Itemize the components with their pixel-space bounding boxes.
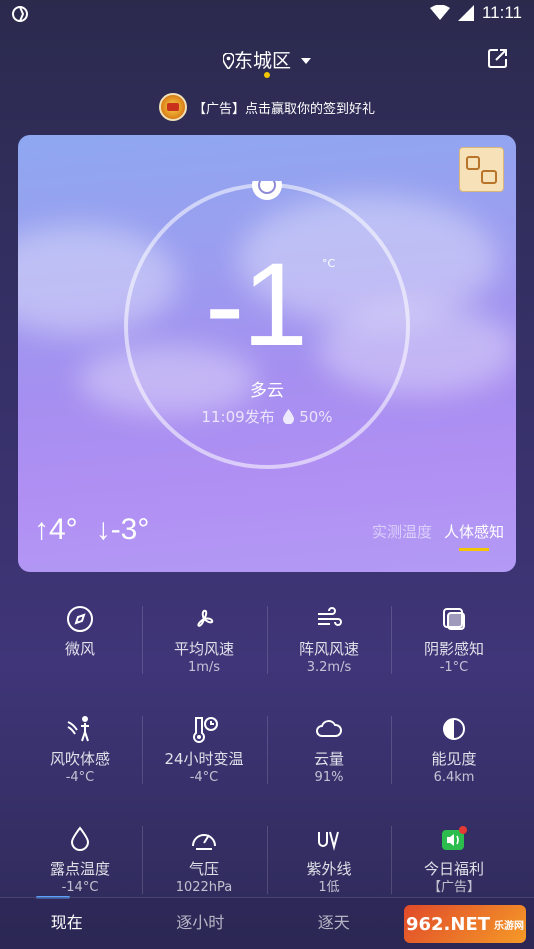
detail-item[interactable]: 气压 1022hPa bbox=[142, 824, 266, 896]
gift-speaker-icon bbox=[442, 826, 467, 850]
uv-icon bbox=[318, 831, 339, 851]
detail-item[interactable]: 风吹体感 -4°C bbox=[18, 714, 142, 786]
location-selector[interactable]: 东城区 bbox=[0, 46, 534, 73]
tab-daily[interactable]: 逐天 bbox=[267, 898, 401, 949]
humidity-drop-icon bbox=[283, 409, 295, 424]
status-bar: 11:11 bbox=[0, 0, 534, 28]
status-time: 11:11 bbox=[481, 3, 522, 22]
tab-now[interactable]: 现在 bbox=[0, 898, 134, 949]
app-swirl-icon bbox=[12, 6, 28, 22]
publish-time: 11:09发布 bbox=[201, 408, 275, 426]
high-temp: ↑4° bbox=[34, 513, 78, 546]
location-pin-icon bbox=[222, 53, 234, 69]
detail-item[interactable]: 能见度 6.4km bbox=[392, 714, 516, 786]
detail-item[interactable]: 24小时变温 -4°C bbox=[142, 714, 266, 786]
high-low-temps: ↑4° ↓-3° bbox=[34, 513, 149, 547]
humidity-value: 50% bbox=[299, 408, 333, 426]
signal-icon bbox=[457, 5, 474, 21]
low-temp: ↓-3° bbox=[95, 513, 150, 546]
windchill-icon bbox=[67, 716, 89, 742]
current-temperature: -1 bbox=[205, 239, 308, 371]
temperature-unit: °C bbox=[322, 257, 336, 270]
wifi-icon bbox=[429, 5, 450, 20]
tab-feel-temp[interactable]: 人体感知 bbox=[444, 521, 504, 551]
visibility-icon bbox=[443, 718, 465, 740]
watermark-subtext: 乐游网 bbox=[494, 920, 525, 932]
detail-item[interactable]: 阵风风速 3.2m/s bbox=[267, 604, 391, 676]
fan-icon bbox=[197, 609, 214, 627]
detail-item[interactable]: 今日福利 【广告】 bbox=[392, 824, 516, 896]
gauge-icon bbox=[192, 834, 216, 850]
ad-text: 【广告】点击赢取你的签到好礼 bbox=[192, 101, 375, 117]
shade-icon bbox=[443, 608, 465, 630]
detail-item[interactable]: 露点温度 -14°C bbox=[18, 824, 142, 896]
cloud-icon bbox=[316, 720, 342, 737]
detail-item[interactable]: 微风 bbox=[18, 604, 142, 659]
dewdrop-icon bbox=[70, 826, 90, 851]
watermark-text: 962.NET bbox=[405, 913, 491, 935]
ad-badge-icon bbox=[158, 93, 187, 121]
page-indicator-dot bbox=[264, 72, 270, 78]
site-watermark: 962.NET 乐游网 bbox=[404, 905, 526, 943]
tab-hourly[interactable]: 逐小时 bbox=[134, 898, 268, 949]
location-name: 东城区 bbox=[233, 50, 291, 72]
header: 东城区 bbox=[0, 44, 534, 84]
publish-info: 11:09发布 50% bbox=[18, 406, 516, 427]
compass-icon bbox=[67, 606, 93, 632]
detail-item[interactable]: 平均风速 1m/s bbox=[142, 604, 266, 676]
detail-item[interactable]: 阴影感知 -1°C bbox=[392, 604, 516, 676]
temperature-mode-tabs: 实测温度 人体感知 bbox=[372, 521, 504, 551]
weather-condition: 多云 bbox=[250, 381, 284, 401]
chevron-down-icon bbox=[301, 58, 311, 64]
tab-measured-temp[interactable]: 实测温度 bbox=[372, 521, 432, 542]
ad-logo-icon[interactable] bbox=[459, 147, 504, 192]
detail-item[interactable]: 紫外线 1低 bbox=[267, 824, 391, 896]
weather-card: -1 °C 多云 11:09发布 50% ↑4° ↓-3° 实测温度 人体感知 bbox=[18, 135, 516, 572]
ad-banner[interactable]: 【广告】点击赢取你的签到好礼 bbox=[0, 92, 534, 122]
thermometer-clock-icon bbox=[193, 717, 218, 743]
detail-item[interactable]: 云量 91% bbox=[267, 714, 391, 786]
share-icon[interactable] bbox=[486, 46, 510, 70]
wind-icon bbox=[318, 607, 342, 626]
